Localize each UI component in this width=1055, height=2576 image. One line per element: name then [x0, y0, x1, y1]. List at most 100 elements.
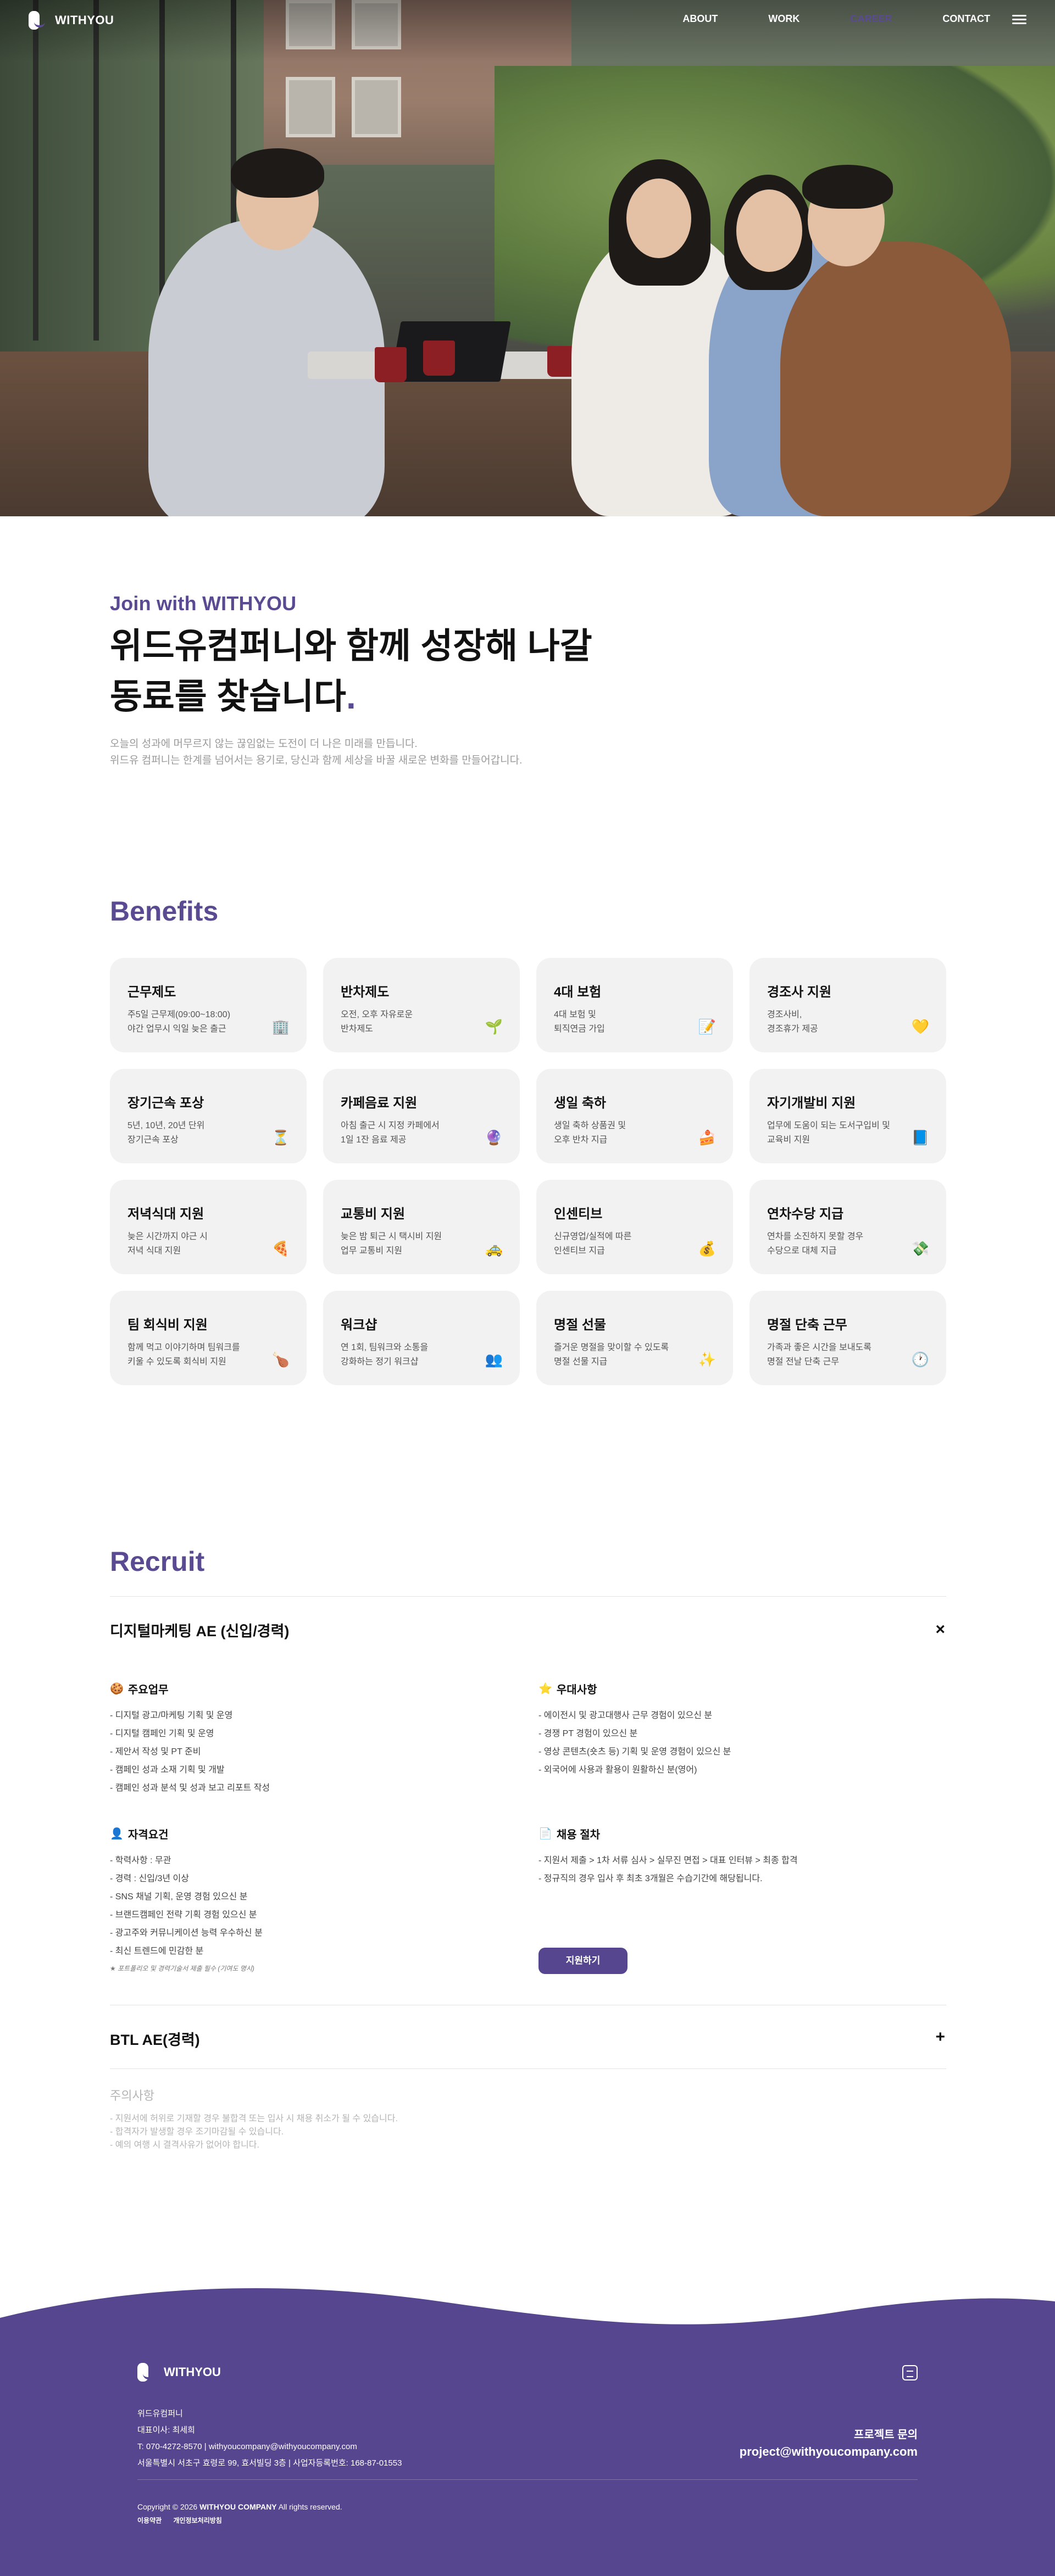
list-item: 경쟁 PT 경험이 있으신 분	[538, 1725, 731, 1743]
list-item: 캠페인 성과 소재 기획 및 개발	[110, 1761, 270, 1779]
benefit-card: 경조사 지원 경조사비, 경조휴가 제공 💛	[749, 958, 946, 1052]
star-icon: ⭐	[538, 1683, 552, 1695]
benefit-desc: 경조사비, 경조휴가 제공	[767, 1010, 818, 1034]
benefit-desc: 아침 출근 시 지정 카페에서 1일 1잔 음료 제공	[341, 1121, 440, 1145]
benefit-card: 연차수당 지급연차를 소진하지 못할 경우 수당으로 대체 지급 💸	[749, 1180, 946, 1274]
benefit-desc: 늦은 시간까지 야근 시 저녁 식대 지원	[127, 1232, 208, 1256]
benefit-title: 저녁식대 지원	[127, 1207, 204, 1222]
footer-brand-name: WITHYOU	[164, 2365, 221, 2379]
chat-icon[interactable]	[902, 2365, 918, 2380]
intro-eyebrow: Join with WITHYOU	[110, 592, 297, 615]
nav-menu: ABOUT WORK CAREER CONTACT	[632, 13, 1026, 25]
list-item: 예의 여행 시 결격사유가 없어야 합니다.	[110, 2139, 398, 2152]
benefit-desc: 생일 축하 상품권 및 오후 반차 지급	[554, 1121, 626, 1145]
benefit-desc: 오전, 오후 자유로운 반차제도	[341, 1010, 413, 1034]
benefit-title: 반차제도	[341, 985, 390, 1000]
benefit-desc: 즐거운 명절을 맞이할 수 있도록 명절 선물 지급	[554, 1343, 669, 1367]
qualifications-title: 자격요건	[127, 1829, 169, 1841]
benefit-card: 카페음료 지원아침 출근 시 지정 카페에서 1일 1잔 음료 제공 🔮	[323, 1069, 520, 1163]
nav-career[interactable]: CAREER	[850, 13, 892, 25]
benefit-desc: 신규영업/실적에 따른 인센티브 지급	[554, 1232, 632, 1256]
benefit-card: 4대 보험 4대 보험 및 퇴직연금 가입 📝	[536, 958, 733, 1052]
benefit-title: 인센티브	[554, 1207, 603, 1222]
footer-divider	[137, 2479, 918, 2480]
terms-link[interactable]: 이용약관	[137, 2517, 162, 2524]
intro-description: 오늘의 성과에 머무르지 않는 끊임없는 도전이 더 나은 미래를 만듭니다. …	[110, 736, 659, 769]
privacy-link[interactable]: 개인정보처리방침	[174, 2517, 222, 2524]
headline-dot: .	[346, 677, 356, 716]
footer-ceo: 대표이사: 최세희	[137, 2426, 195, 2435]
nav-contact[interactable]: CONTACT	[942, 13, 990, 25]
benefit-card: 생일 축하생일 축하 상품권 및 오후 반차 지급 🍰	[536, 1069, 733, 1163]
benefit-card: 워크샵 연 1회, 팀워크와 소통을 강화하는 정기 워크샵 👥	[323, 1291, 520, 1385]
close-icon[interactable]: ×	[935, 1621, 945, 1638]
list-item: 지원서 제출 > 1차 서류 심사 > 실무진 면접 > 대표 인터뷰 > 최종…	[538, 1852, 798, 1870]
list-item: SNS 채널 기획, 운영 경험 있으신 분	[110, 1888, 263, 1906]
apply-button[interactable]: 지원하기	[538, 1948, 628, 1974]
hero-image	[0, 0, 1055, 516]
benefit-card: 명절 단축 근무가족과 좋은 시간을 보내도록 명절 전날 단축 근무 🕐	[749, 1291, 946, 1385]
benefit-card: 자기개발비 지원업무에 도움이 되는 도서구입비 및 교육비 지원 📘	[749, 1069, 946, 1163]
footer-logo[interactable]: WITHYOU	[137, 2363, 221, 2382]
benefit-title: 팀 회식비 지원	[127, 1318, 208, 1332]
preferred-title: 우대사항	[556, 1684, 597, 1696]
benefit-desc: 연차를 소진하지 못할 경우 수당으로 대체 지급	[767, 1232, 864, 1256]
benefit-title: 생일 축하	[554, 1096, 606, 1111]
list-item: 디지털 광고/마케팅 기획 및 운영	[110, 1707, 270, 1725]
list-item: 제안서 작성 및 PT 준비	[110, 1743, 270, 1761]
document-icon: 📄	[538, 1828, 552, 1840]
nav-work[interactable]: WORK	[768, 13, 799, 25]
headline-line-1: 위드유컴퍼니와 함께 성장해 나갈	[110, 626, 592, 666]
plus-icon[interactable]: +	[935, 2029, 945, 2045]
benefit-desc: 4대 보험 및 퇴직연금 가입	[554, 1010, 605, 1034]
footer-links: 이용약관 개인정보처리방침	[137, 2516, 232, 2525]
duties-block: 🍪주요업무 디지털 광고/마케팅 기획 및 운영 디지털 캠페인 기획 및 운영…	[110, 1681, 270, 1797]
benefit-desc: 늦은 밤 퇴근 시 택시비 지원 업무 교통비 지원	[341, 1232, 442, 1256]
list-item: 광고주와 커뮤니케이션 능력 우수하신 분	[110, 1924, 263, 1942]
benefit-title: 자기개발비 지원	[767, 1096, 856, 1111]
cake-icon: 🍰	[698, 1129, 717, 1146]
brand-name: WITHYOU	[55, 13, 114, 27]
footer-contact: 프로젝트 문의 project@withyoucompany.com	[740, 2427, 918, 2461]
benefit-card: 장기근속 포상 5년, 10년, 20년 단위 장기근속 포상 ⏳	[110, 1069, 307, 1163]
recruit-title: Recruit	[110, 1546, 205, 1577]
top-nav: WITHYOU ABOUT WORK CAREER CONTACT	[0, 0, 1055, 40]
benefit-title: 교통비 지원	[341, 1207, 406, 1222]
list-item: 지원서에 허위로 기재할 경우 불합격 또는 입사 시 채용 취소가 될 수 있…	[110, 2112, 398, 2126]
contact-email[interactable]: project@withyoucompany.com	[740, 2443, 918, 2461]
footer-address: 서울특별시 서초구 효령로 99, 효서빌딩 3층 | 사업자등록번호: 168…	[137, 2458, 402, 2468]
list-item: 최신 트렌드에 민감한 분	[110, 1942, 263, 1960]
money-wings-icon: 💸	[911, 1240, 930, 1257]
crystal-ball-icon: 🔮	[485, 1129, 503, 1146]
nav-about[interactable]: ABOUT	[682, 13, 718, 25]
footer-info: 위드유컴퍼니 대표이사: 최세희 T: 070-4272-8570 | with…	[137, 2406, 402, 2472]
benefit-title: 명절 단축 근무	[767, 1318, 847, 1332]
list-item: 캠페인 성과 분석 및 성과 보고 리포트 작성	[110, 1779, 270, 1797]
job-title-btl-ae[interactable]: BTL AE(경력)	[110, 2028, 200, 2049]
benefit-title: 연차수당 지급	[767, 1207, 844, 1222]
book-icon: 📘	[911, 1129, 930, 1146]
benefit-title: 카페음료 지원	[341, 1096, 418, 1111]
duties-title: 주요업무	[127, 1684, 169, 1696]
list-item: 영상 콘텐츠(숏츠 등) 기획 및 운영 경험이 있으신 분	[538, 1743, 731, 1761]
clock-icon: 🕐	[911, 1351, 930, 1368]
sprout-icon: 🌱	[485, 1018, 503, 1035]
hamburger-icon[interactable]	[1012, 14, 1026, 25]
headline-line-2: 동료를 찾습니다	[110, 677, 346, 716]
benefit-desc: 가족과 좋은 시간을 보내도록 명절 전날 단축 근무	[767, 1343, 871, 1367]
brand-logo[interactable]: WITHYOU	[29, 11, 114, 30]
intro-desc-line-2: 위드유 컴퍼니는 한계를 넘어서는 용기로, 당신과 함께 세상을 바꿀 새로운…	[110, 755, 523, 766]
benefit-desc: 함께 먹고 이야기하며 팀워크를 키울 수 있도록 회식비 지원	[127, 1343, 240, 1367]
process-title: 채용 절차	[556, 1829, 601, 1841]
people-icon: 👥	[485, 1351, 503, 1368]
list-item: 에이전시 및 광고대행사 근무 경험이 있으신 분	[538, 1707, 731, 1725]
benefit-card: 반차제도오전, 오후 자유로운 반차제도 🌱	[323, 958, 520, 1052]
list-item: 디지털 캠페인 기획 및 운영	[110, 1725, 270, 1743]
job-title-digital-ae[interactable]: 디지털마케팅 AE (신입/경력)	[110, 1619, 289, 1641]
benefit-desc: 5년, 10년, 20년 단위 장기근속 포상	[127, 1121, 205, 1145]
list-item: 합격자가 발생할 경우 조기마감될 수 있습니다.	[110, 2126, 398, 2139]
money-bag-icon: 💰	[698, 1240, 717, 1257]
benefit-desc: 업무에 도움이 되는 도서구입비 및 교육비 지원	[767, 1121, 890, 1145]
divider	[110, 2068, 946, 2069]
contact-label: 프로젝트 문의	[854, 2429, 918, 2441]
